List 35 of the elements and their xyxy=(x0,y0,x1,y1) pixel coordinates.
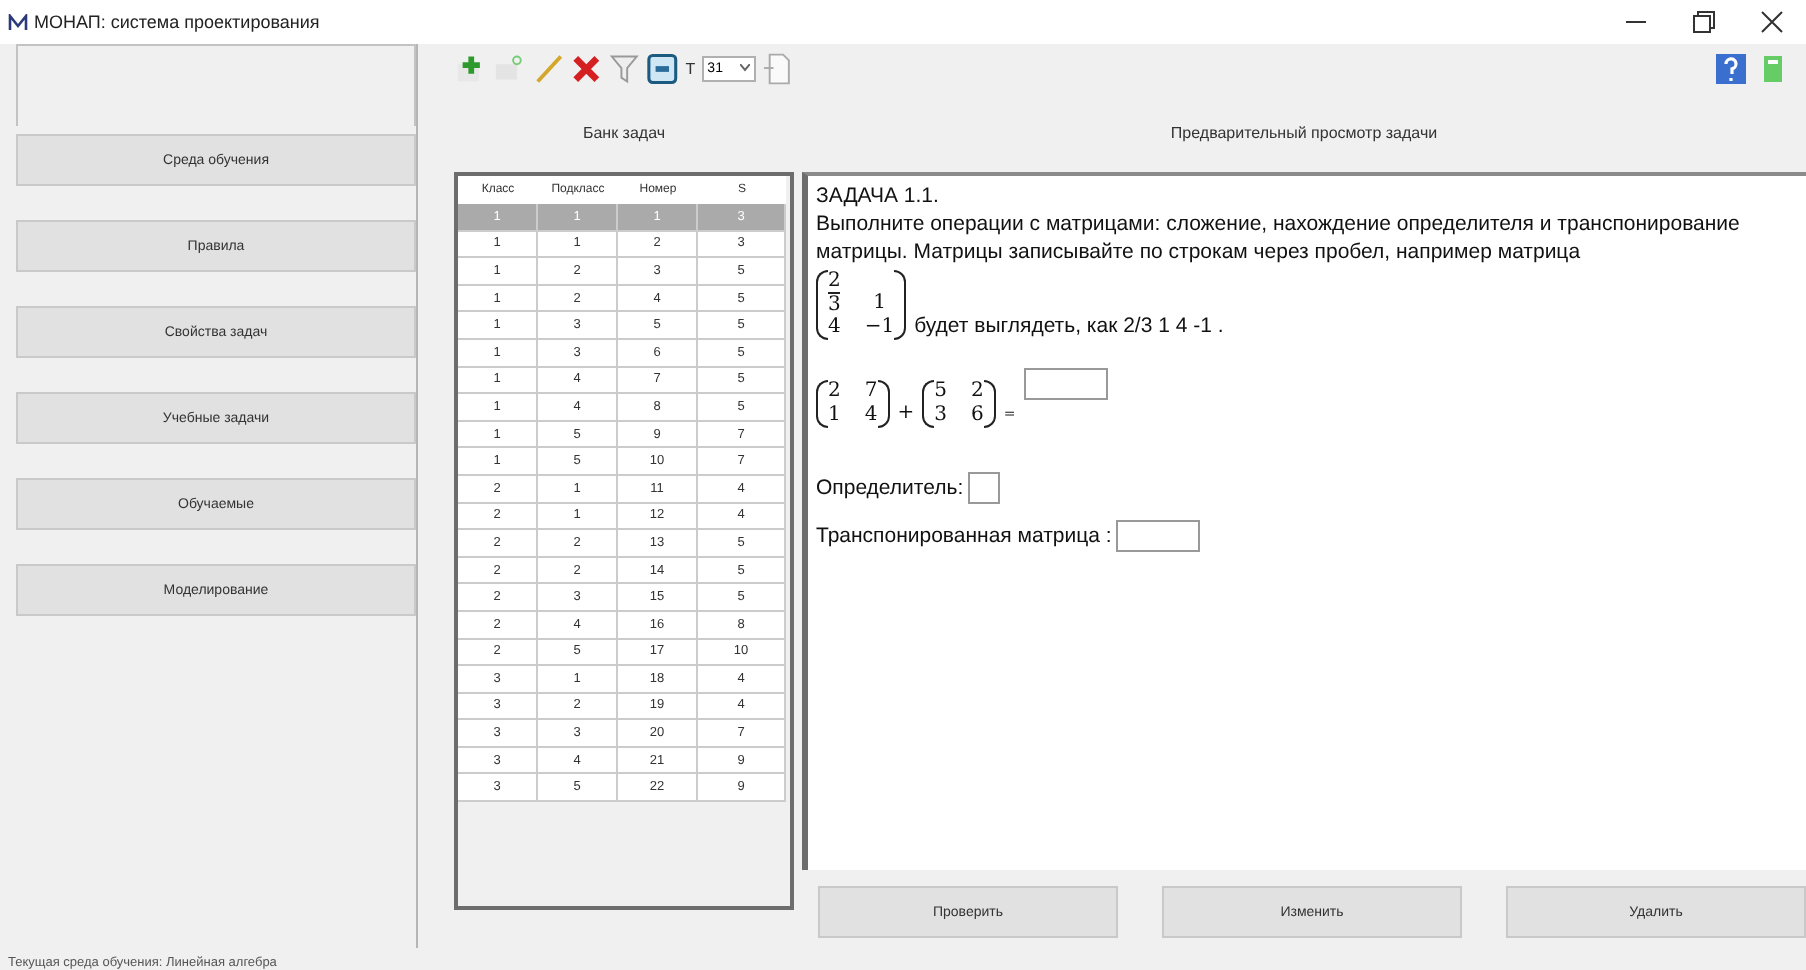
page-icon[interactable] xyxy=(761,51,795,85)
matrix-entry: 3 xyxy=(934,404,948,428)
help-icon[interactable] xyxy=(1714,51,1748,85)
window-title: МОНАП: система проектирования xyxy=(34,12,322,32)
task-title: ЗАДАЧА 1.1. xyxy=(816,182,941,210)
matrix-entry: 2 xyxy=(971,380,984,404)
matrix-entry: 4 xyxy=(828,316,841,340)
transpose-field[interactable] xyxy=(1115,520,1200,552)
panel-heading: Предварительный просмотр задачи xyxy=(1170,123,1438,141)
document-icon[interactable] xyxy=(492,51,526,85)
fraction: 2 3 xyxy=(828,270,841,316)
matrix-entry: 7 xyxy=(864,380,878,404)
maximize-icon[interactable] xyxy=(1692,10,1716,34)
matrix-entry: 2 xyxy=(828,380,841,404)
matrix-entry: 6 xyxy=(971,404,984,428)
determinant-label: Определитель: xyxy=(816,474,964,502)
delete-icon[interactable] xyxy=(569,51,603,85)
close-icon[interactable] xyxy=(1760,10,1784,34)
font-label: T xyxy=(685,59,696,77)
transpose-label: Транспонированная матрица : xyxy=(816,522,1112,550)
example-text: будет выглядеть, как 2/3 1 4 -1 . xyxy=(914,312,1224,340)
matrix-entry: 1 xyxy=(871,292,888,316)
determinant-field[interactable] xyxy=(967,472,1000,504)
matrix-entry: 1 xyxy=(828,404,841,428)
plus-sign: + xyxy=(897,400,915,428)
app-logo-icon xyxy=(8,13,28,31)
matrix-entry: −1 xyxy=(864,316,895,340)
matrix-entry: 4 xyxy=(864,404,878,428)
panel-heading: Банк задач xyxy=(582,123,666,141)
task-text: Выполните операции с матрицами: сложение, нахождение определителя и транспонирование матрицы. Матрицы записывайте по строкам через пробел, например матрица xyxy=(816,210,1742,266)
pencil-icon[interactable] xyxy=(531,51,564,85)
answer-field[interactable] xyxy=(1023,368,1108,400)
form-icon[interactable] xyxy=(646,51,680,85)
caret-icon xyxy=(739,64,750,72)
matrix-entry: 5 xyxy=(934,380,948,404)
